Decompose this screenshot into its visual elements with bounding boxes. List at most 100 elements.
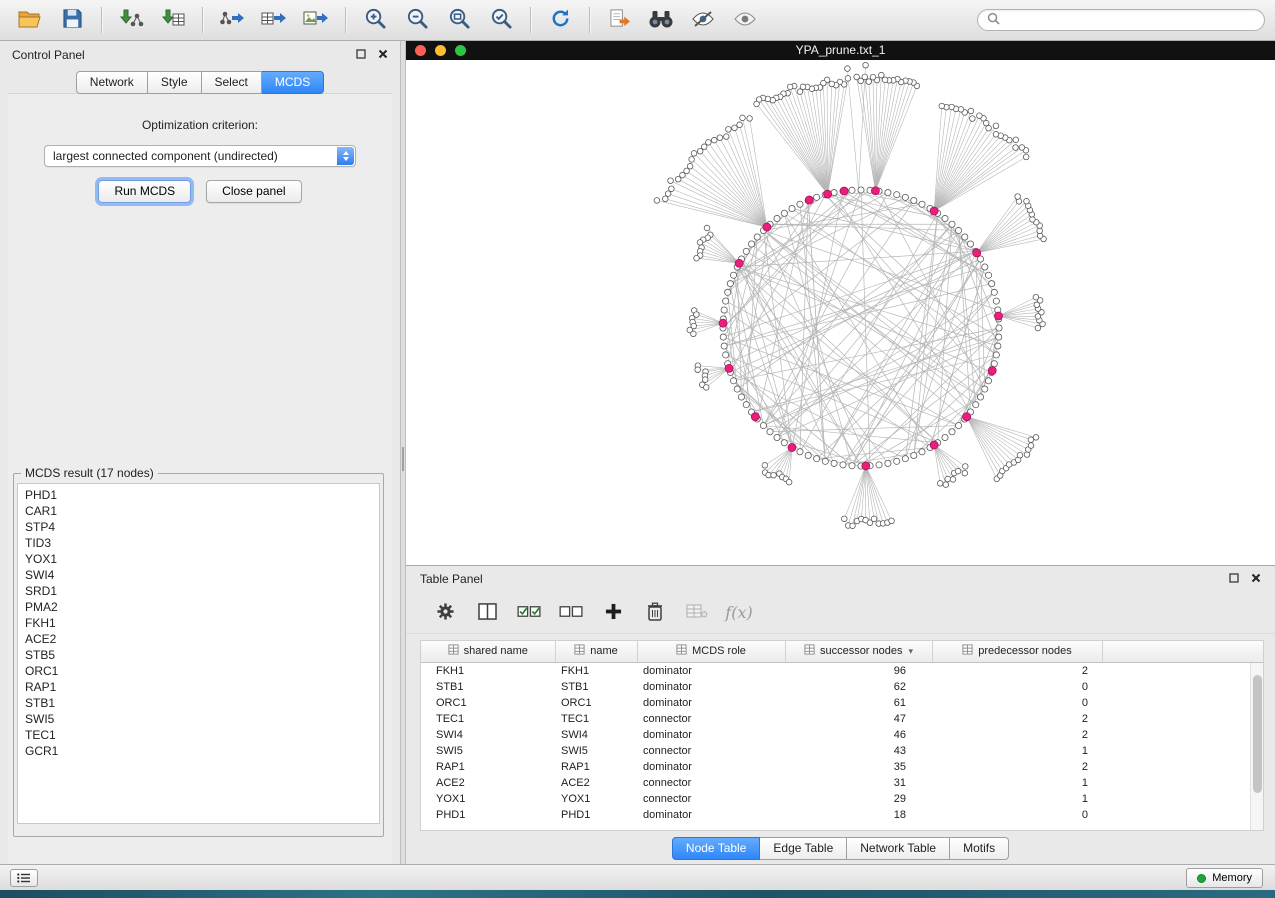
graph-node[interactable]	[985, 378, 991, 384]
graph-node[interactable]	[767, 429, 773, 435]
graph-node[interactable]	[711, 137, 717, 143]
graph-node[interactable]	[902, 456, 908, 462]
show-graphics-details-button[interactable]	[725, 4, 765, 36]
mcds-result-item[interactable]: PMA2	[18, 599, 379, 615]
graph-node[interactable]	[1037, 228, 1043, 234]
graph-node[interactable]	[1017, 452, 1023, 458]
graph-node[interactable]	[993, 123, 999, 129]
tab-node-table[interactable]: Node Table	[672, 837, 761, 860]
graph-node[interactable]	[866, 79, 872, 85]
graph-dominator-node[interactable]	[735, 259, 743, 267]
graph-node[interactable]	[797, 201, 803, 207]
graph-node[interactable]	[911, 452, 917, 458]
graph-node[interactable]	[845, 66, 851, 72]
graph-node[interactable]	[1013, 145, 1019, 151]
add-row-button[interactable]	[592, 597, 634, 629]
graph-node[interactable]	[697, 240, 703, 246]
graph-node[interactable]	[665, 191, 671, 197]
clone-network-button[interactable]	[599, 4, 639, 36]
graph-node[interactable]	[781, 440, 787, 446]
tab-motifs[interactable]: Motifs	[950, 837, 1009, 860]
graph-dominator-node[interactable]	[824, 190, 832, 198]
graph-node[interactable]	[991, 361, 997, 367]
graph-node[interactable]	[993, 131, 999, 137]
deselect-all-columns-button[interactable]	[550, 597, 592, 629]
graph-node[interactable]	[854, 74, 860, 80]
graph-node[interactable]	[973, 402, 979, 408]
function-builder-button[interactable]: f(x)	[718, 597, 760, 629]
tab-edge-table[interactable]: Edge Table	[760, 837, 847, 860]
graph-node[interactable]	[849, 187, 855, 193]
zoom-in-button[interactable]	[355, 4, 395, 36]
graph-node[interactable]	[970, 116, 976, 122]
graph-node[interactable]	[967, 241, 973, 247]
mcds-result-item[interactable]: STB5	[18, 647, 379, 663]
graph-node[interactable]	[942, 434, 948, 440]
export-network-button[interactable]	[212, 4, 252, 36]
graph-node[interactable]	[885, 460, 891, 466]
graph-node[interactable]	[754, 101, 760, 107]
delete-rows-button[interactable]	[634, 597, 676, 629]
graph-node[interactable]	[762, 463, 768, 469]
zoom-fit-button[interactable]	[439, 4, 479, 36]
export-image-button[interactable]	[296, 4, 336, 36]
graph-node[interactable]	[740, 115, 746, 121]
graph-node[interactable]	[723, 298, 729, 304]
graph-node[interactable]	[754, 234, 760, 240]
network-graph[interactable]	[406, 60, 1275, 565]
mcds-result-item[interactable]: CAR1	[18, 503, 379, 519]
refresh-button[interactable]	[540, 4, 580, 36]
mcds-result-item[interactable]: SWI5	[18, 711, 379, 727]
table-row[interactable]: SWI5SWI5connector431	[421, 743, 1263, 759]
table-row[interactable]: ACE2ACE2connector311	[421, 775, 1263, 791]
table-row[interactable]: SWI4SWI4dominator462	[421, 727, 1263, 743]
zoom-selected-button[interactable]	[481, 4, 521, 36]
run-mcds-button[interactable]: Run MCDS	[98, 180, 191, 203]
graph-node[interactable]	[781, 210, 787, 216]
graph-node[interactable]	[962, 470, 968, 476]
mcds-result-item[interactable]: SRD1	[18, 583, 379, 599]
graph-node[interactable]	[738, 394, 744, 400]
zoom-out-button[interactable]	[397, 4, 437, 36]
column-header-MCDS-role[interactable]: MCDS role	[637, 641, 785, 662]
graph-node[interactable]	[996, 325, 1002, 331]
close-panel-icon[interactable]	[1251, 572, 1261, 586]
graph-node[interactable]	[995, 343, 1001, 349]
graph-node[interactable]	[882, 77, 888, 83]
graph-node[interactable]	[831, 460, 837, 466]
import-table-button[interactable]	[153, 4, 193, 36]
graph-node[interactable]	[950, 477, 956, 483]
graph-node[interactable]	[1028, 443, 1034, 449]
graph-node[interactable]	[942, 215, 948, 221]
memory-button[interactable]: Memory	[1186, 868, 1263, 888]
graph-node[interactable]	[805, 452, 811, 458]
graph-node[interactable]	[885, 190, 891, 196]
column-header-predecessor-nodes[interactable]: predecessor nodes	[932, 641, 1102, 662]
graph-node[interactable]	[730, 272, 736, 278]
graph-node[interactable]	[1023, 154, 1029, 160]
graph-node[interactable]	[1033, 435, 1039, 441]
graph-node[interactable]	[919, 449, 925, 455]
graph-node[interactable]	[949, 221, 955, 227]
graph-node[interactable]	[737, 122, 743, 128]
graph-dominator-node[interactable]	[973, 249, 981, 257]
mcds-result-item[interactable]: PHD1	[18, 487, 379, 503]
graph-node[interactable]	[748, 241, 754, 247]
graph-node[interactable]	[654, 198, 660, 204]
graph-node[interactable]	[787, 84, 793, 90]
graph-node[interactable]	[704, 225, 710, 231]
graph-node[interactable]	[771, 472, 777, 478]
graph-node[interactable]	[726, 127, 732, 133]
mcds-result-item[interactable]: YOX1	[18, 551, 379, 567]
graph-node[interactable]	[789, 205, 795, 211]
float-panel-icon[interactable]	[356, 48, 366, 62]
column-header-shared-name[interactable]: shared name	[421, 641, 555, 662]
table-row[interactable]: TEC1TEC1connector472	[421, 711, 1263, 727]
graph-node[interactable]	[829, 81, 835, 87]
network-canvas[interactable]	[406, 60, 1275, 565]
search-input[interactable]	[1006, 13, 1255, 27]
graph-node[interactable]	[675, 176, 681, 182]
graph-node[interactable]	[945, 476, 951, 482]
graph-node[interactable]	[732, 125, 738, 131]
graph-node[interactable]	[721, 343, 727, 349]
